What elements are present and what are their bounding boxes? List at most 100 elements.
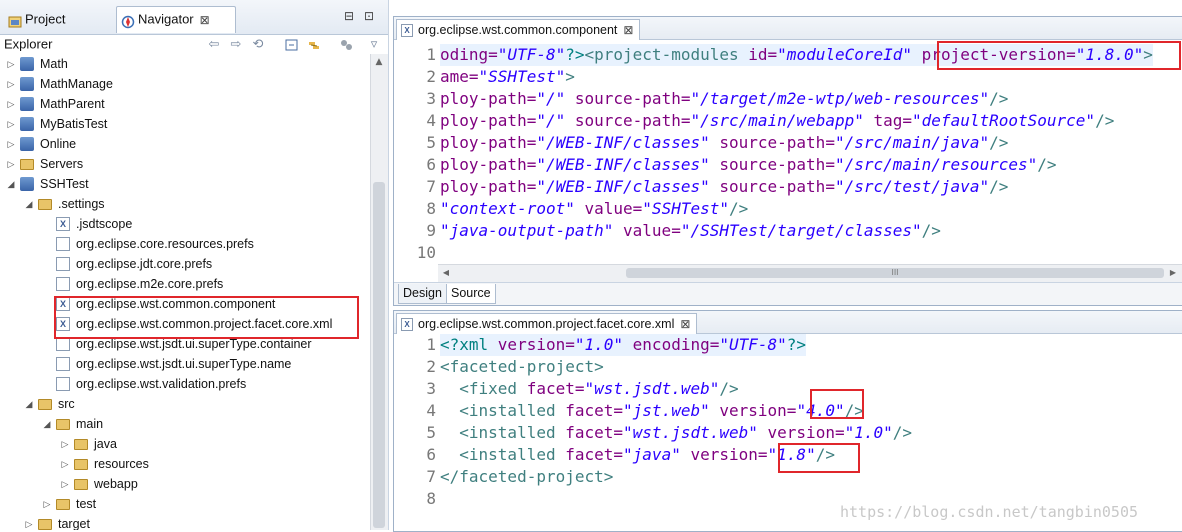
code-token: "UTF-8" <box>497 45 566 64</box>
tree-item[interactable]: org.eclipse.wst.validation.prefs <box>0 374 370 394</box>
collapse-arrow-icon[interactable]: ◢ <box>42 414 52 434</box>
code-line[interactable]: ame="SSHTest"> <box>440 66 575 88</box>
code-token: version= <box>709 401 797 420</box>
line-number: 4 <box>426 401 436 420</box>
expand-arrow-icon[interactable]: ▷ <box>6 54 16 74</box>
working-sets-icon[interactable] <box>338 37 354 53</box>
tree-item[interactable]: org.eclipse.core.resources.prefs <box>0 234 370 254</box>
code-token: /> <box>892 423 913 442</box>
tree-item[interactable]: org.eclipse.jdt.core.prefs <box>0 254 370 274</box>
minimize-icon[interactable]: ⊟ <box>344 10 356 22</box>
tree-item[interactable]: ◢ main <box>0 414 370 434</box>
tab-project-explorer[interactable]: Project Explorer <box>4 7 114 52</box>
line-number: 10 <box>416 243 436 262</box>
tab-design[interactable]: Design <box>398 284 447 304</box>
code-token: "/WEB-INF/classes" <box>536 155 710 174</box>
tree-item-label: org.eclipse.m2e.core.prefs <box>76 277 224 291</box>
tree-item-label: webapp <box>94 477 138 491</box>
link-with-editor-icon[interactable] <box>306 37 322 53</box>
expand-arrow-icon[interactable]: ▷ <box>60 434 70 454</box>
view-menu-icon[interactable]: ▿ <box>366 37 382 53</box>
tree-item[interactable]: X .jsdtscope <box>0 214 370 234</box>
xml-file-icon: X <box>56 217 70 231</box>
tab-navigator[interactable]: Navigator ⊠ <box>116 6 236 33</box>
scrollbar-thumb[interactable] <box>373 182 385 528</box>
line-number: 6 <box>426 445 436 464</box>
tree-item[interactable]: ▷ MathParent <box>0 94 370 114</box>
tree-item[interactable]: org.eclipse.m2e.core.prefs <box>0 274 370 294</box>
code-line[interactable]: <installed facet="jst.web" version="4.0"… <box>440 400 864 422</box>
code-line[interactable]: <faceted-project> <box>440 356 604 378</box>
project-icon <box>20 137 34 151</box>
code-line[interactable]: ploy-path="/" source-path="/src/main/web… <box>440 110 1114 132</box>
line-number: 2 <box>426 357 436 376</box>
line-number: 3 <box>426 379 436 398</box>
back-icon[interactable]: ⇦ <box>206 37 222 53</box>
expand-arrow-icon[interactable]: ▷ <box>6 134 16 154</box>
code-token: ploy-path= <box>440 155 537 174</box>
expand-arrow-icon[interactable]: ▷ <box>6 94 16 114</box>
code-line[interactable]: <installed facet="java" version="1.8"/> <box>440 444 835 466</box>
code-line[interactable]: "java-output-path" value="/SSHTest/targe… <box>440 220 941 242</box>
vertical-scrollbar[interactable]: ▲ <box>370 54 388 530</box>
collapse-all-icon[interactable] <box>284 37 300 53</box>
tree-item[interactable]: ▷ Servers <box>0 154 370 174</box>
tree-item[interactable]: ◢ SSHTest <box>0 174 370 194</box>
tab-source[interactable]: Source <box>446 284 496 304</box>
folder-icon <box>74 439 88 450</box>
close-icon[interactable]: ⊠ <box>680 317 690 331</box>
collapse-arrow-icon[interactable]: ◢ <box>24 394 34 414</box>
code-line[interactable]: <installed facet="wst.jsdt.web" version=… <box>440 422 912 444</box>
code-token: source-path= <box>709 155 835 174</box>
code-token: "context-root" <box>440 199 575 218</box>
collapse-arrow-icon[interactable]: ◢ <box>6 174 16 194</box>
close-icon[interactable]: ⊠ <box>200 8 210 32</box>
expand-arrow-icon[interactable]: ▷ <box>24 514 34 530</box>
code-line[interactable]: "context-root" value="SSHTest"/> <box>440 198 748 220</box>
tree-item[interactable]: ▷ resources <box>0 454 370 474</box>
tree-item[interactable]: ▷ java <box>0 434 370 454</box>
collapse-arrow-icon[interactable]: ◢ <box>24 194 34 214</box>
tree-item[interactable]: ▷ Math <box>0 54 370 74</box>
editor-tab-component[interactable]: Xorg.eclipse.wst.common.component ⊠ <box>396 19 641 40</box>
line-number: 8 <box>426 199 436 218</box>
expand-arrow-icon[interactable]: ▷ <box>6 74 16 94</box>
expand-arrow-icon[interactable]: ▷ <box>42 494 52 514</box>
scroll-right-icon[interactable]: ▶ <box>1168 268 1178 278</box>
scroll-up-icon[interactable]: ▲ <box>373 56 385 68</box>
tree-item[interactable]: ▷ MathManage <box>0 74 370 94</box>
tree-item[interactable]: org.eclipse.wst.jsdt.ui.superType.name <box>0 354 370 374</box>
expand-arrow-icon[interactable]: ▷ <box>60 454 70 474</box>
close-icon[interactable]: ⊠ <box>623 23 633 37</box>
tree-item[interactable]: ▷ test <box>0 494 370 514</box>
expand-arrow-icon[interactable]: ▷ <box>6 154 16 174</box>
code-line[interactable]: <fixed facet="wst.jsdt.web"/> <box>440 378 738 400</box>
horizontal-scrollbar[interactable]: ◀ III ▶ <box>438 264 1182 282</box>
code-token: <installed <box>440 423 566 442</box>
expand-arrow-icon[interactable]: ▷ <box>6 114 16 134</box>
editor-tab-facet-core[interactable]: Xorg.eclipse.wst.common.project.facet.co… <box>396 313 698 334</box>
tree-item[interactable]: ▷ target <box>0 514 370 530</box>
scroll-left-icon[interactable]: ◀ <box>441 268 451 278</box>
code-line[interactable]: ploy-path="/WEB-INF/classes" source-path… <box>440 176 1008 198</box>
scrollbar-thumb[interactable]: III <box>626 268 1164 278</box>
code-line[interactable]: ploy-path="/WEB-INF/classes" source-path… <box>440 154 1057 176</box>
tree-item[interactable]: ▷ MyBatisTest <box>0 114 370 134</box>
code-line[interactable]: <?xml version="1.0" encoding="UTF-8"?> <box>440 334 807 356</box>
tree-item-label: Servers <box>40 157 84 171</box>
expand-arrow-icon[interactable]: ▷ <box>60 474 70 494</box>
code-token: source-path= <box>709 133 835 152</box>
folder-icon <box>38 519 52 530</box>
code-line[interactable]: ploy-path="/WEB-INF/classes" source-path… <box>440 132 1008 154</box>
tree-item[interactable]: ▷ webapp <box>0 474 370 494</box>
code-token: "/" <box>536 89 566 108</box>
code-line[interactable]: ploy-path="/" source-path="/target/m2e-w… <box>440 88 1008 110</box>
forward-icon[interactable]: ⇨ <box>228 37 244 53</box>
tree-item[interactable]: ◢ .settings <box>0 194 370 214</box>
go-into-icon[interactable]: ⟲ <box>250 37 266 53</box>
tree-item[interactable]: ◢ src <box>0 394 370 414</box>
maximize-icon[interactable]: ⊡ <box>364 10 376 22</box>
tree-item[interactable]: ▷ Online <box>0 134 370 154</box>
code-line[interactable]: </faceted-project> <box>440 466 613 488</box>
line-number: 5 <box>426 133 436 152</box>
